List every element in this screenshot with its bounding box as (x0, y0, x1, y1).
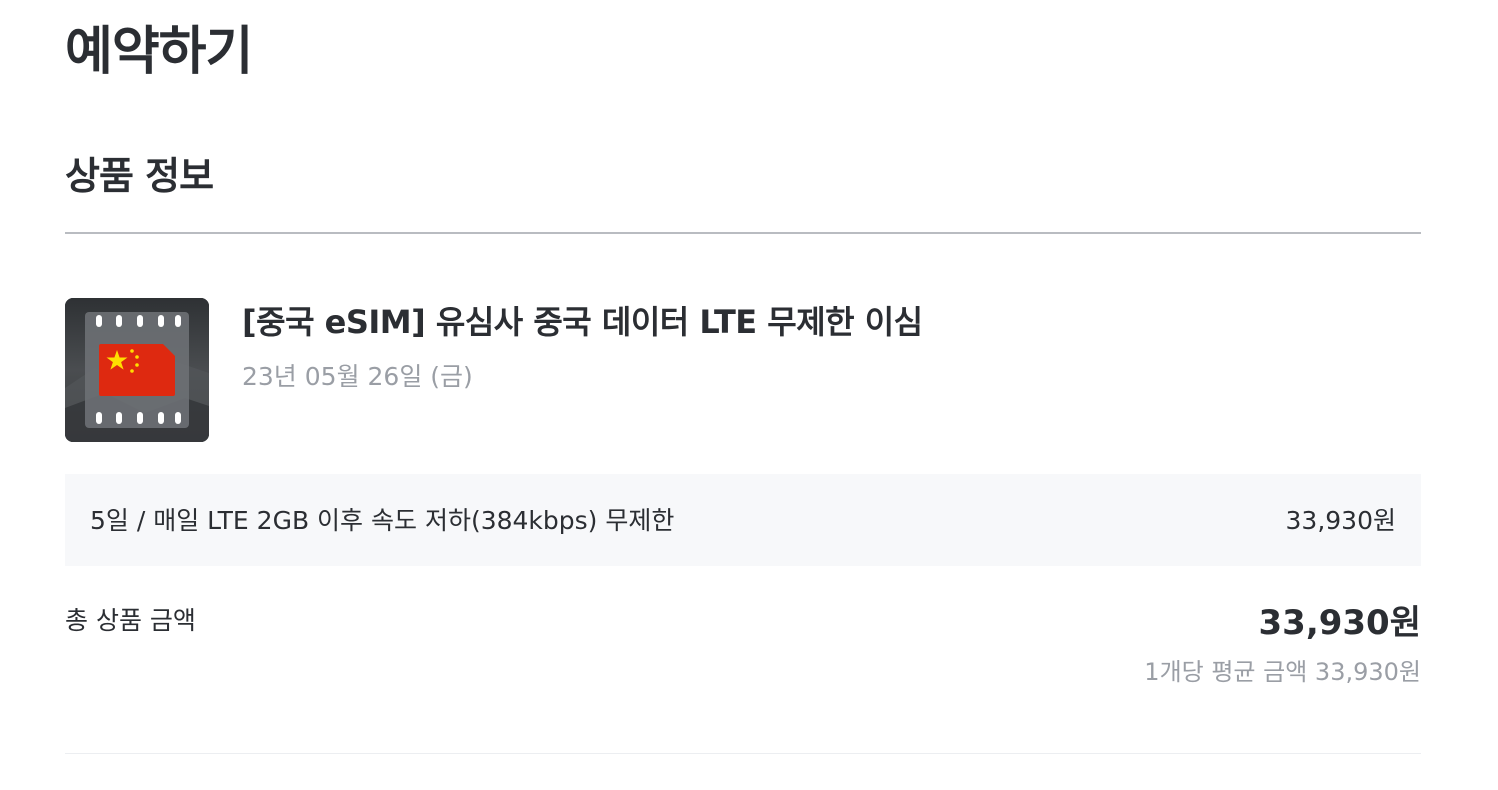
option-price: 33,930원 (1285, 506, 1396, 535)
product-name[interactable]: [중국 eSIM] 유심사 중국 데이터 LTE 무제한 이심 (242, 300, 923, 344)
product-info-section-title: 상품 정보 (65, 154, 214, 198)
option-row: 5일 / 매일 LTE 2GB 이후 속도 저하(384kbps) 무제한 33… (65, 474, 1421, 566)
product-date: 23년 05월 26일 (금) (242, 362, 473, 391)
china-esim-card-icon (65, 298, 209, 442)
section-divider (65, 232, 1421, 234)
bottom-divider (65, 753, 1421, 754)
page-title: 예약하기 (65, 22, 253, 82)
option-label: 5일 / 매일 LTE 2GB 이후 속도 저하(384kbps) 무제한 (90, 506, 675, 535)
average-price-per-item: 1개당 평균 금액 33,930원 (1144, 658, 1421, 686)
total-price-label: 총 상품 금액 (65, 606, 196, 635)
total-price-amount: 33,930원 (1258, 603, 1421, 643)
product-thumbnail[interactable] (65, 298, 209, 442)
